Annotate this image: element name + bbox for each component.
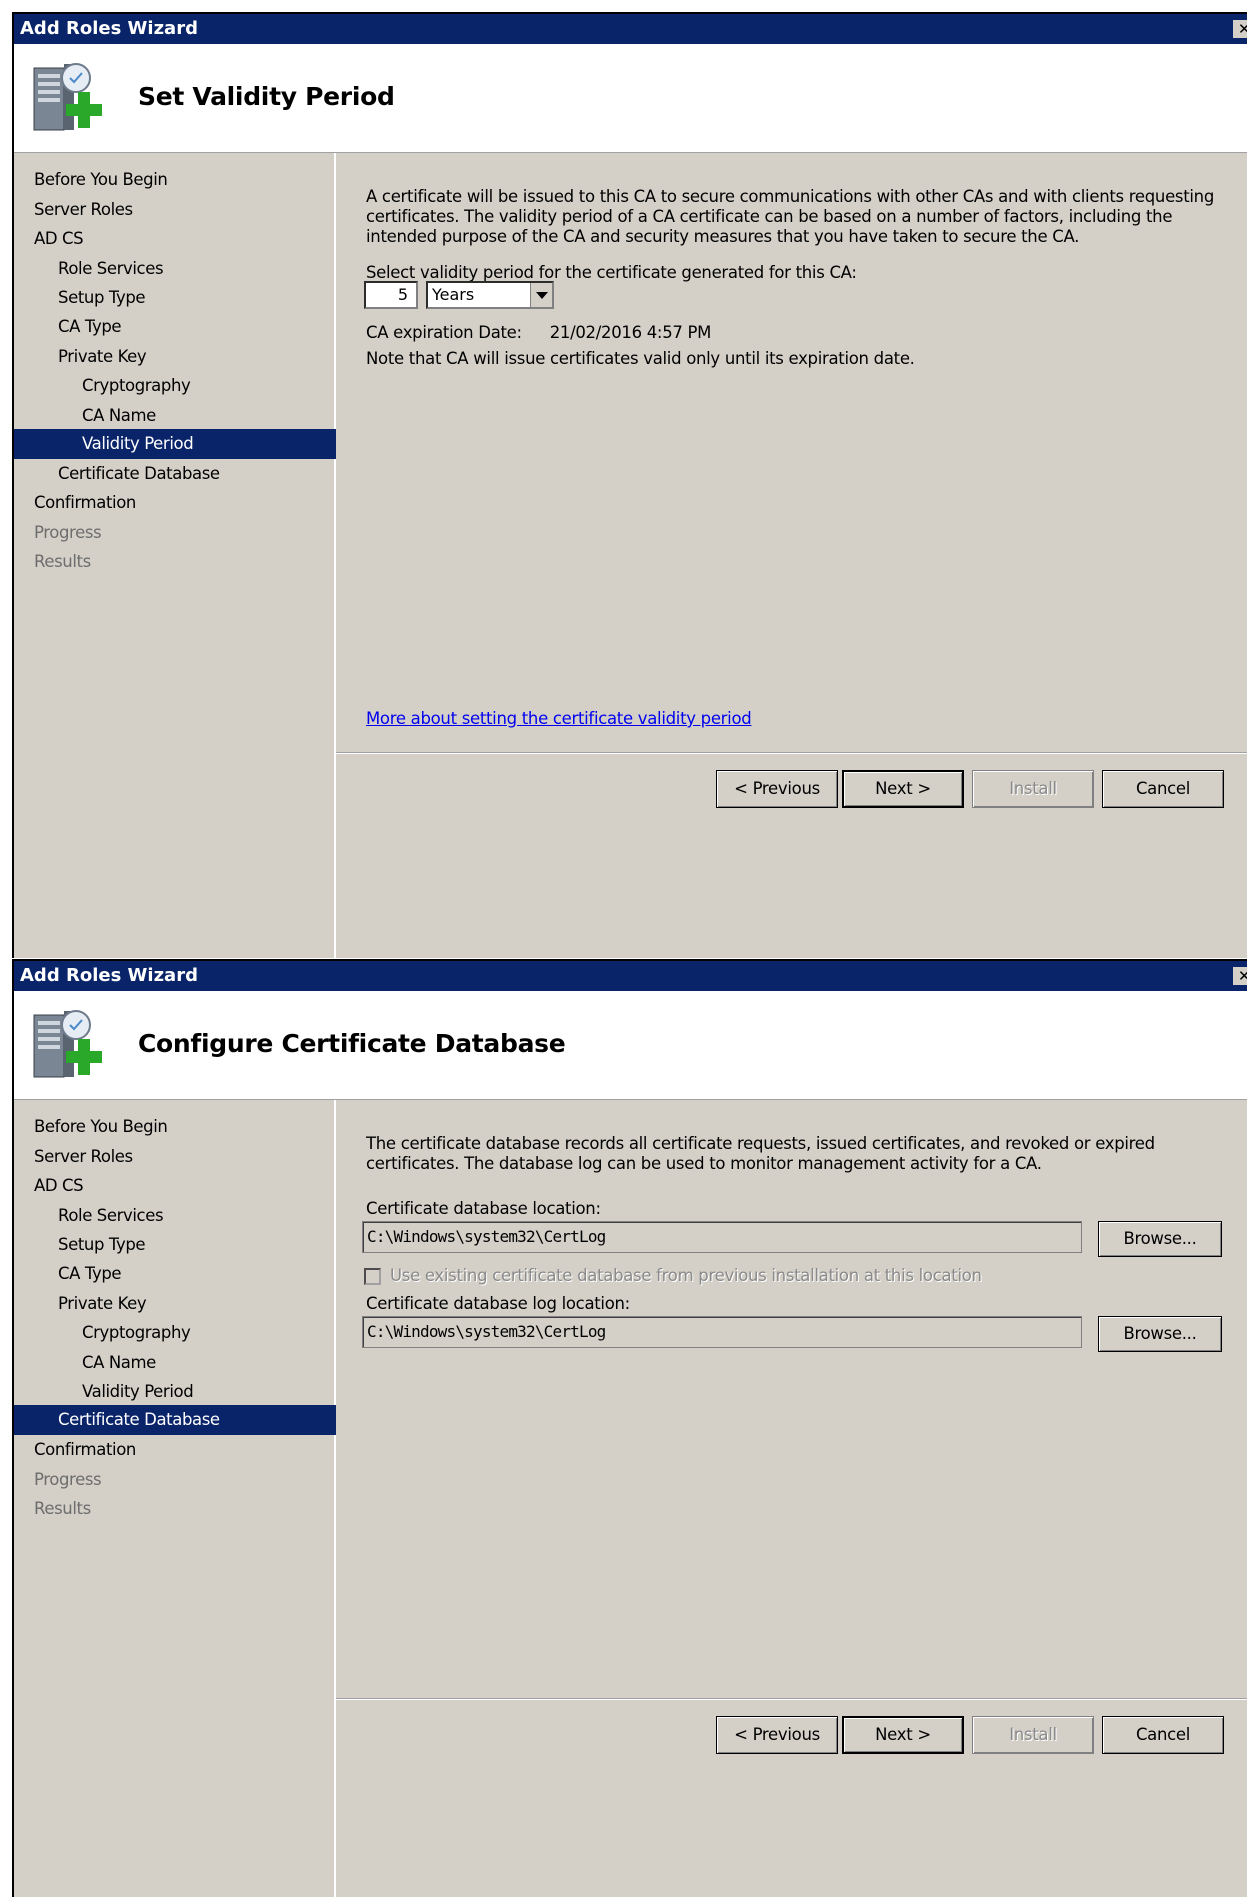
nav-server-roles[interactable]: Server Roles (14, 1142, 355, 1172)
nav-ad-cs[interactable]: AD CS (14, 224, 355, 254)
expiration-date-row: CA expiration Date: 21/02/2016 4:57 PM (366, 323, 711, 342)
nav-before-you-begin[interactable]: Before You Begin (14, 165, 355, 195)
wizard-header: Set Validity Period (14, 44, 1247, 153)
wizard-steps-nav: Before You Begin Server Roles AD CS Role… (14, 1100, 379, 1897)
validity-unit-select[interactable]: Years (426, 281, 554, 309)
nav-private-key[interactable]: Private Key (14, 342, 379, 372)
browse-log-button[interactable]: Browse... (1098, 1316, 1222, 1352)
help-link[interactable]: More about setting the certificate valid… (366, 709, 752, 728)
install-button: Install (972, 770, 1094, 808)
wizard-content: The certificate database records all cer… (336, 1100, 1247, 1897)
page-title: Set Validity Period (138, 82, 395, 111)
description-text: A certificate will be issued to this CA … (366, 187, 1215, 246)
description-text: The certificate database records all cer… (366, 1134, 1155, 1173)
nav-confirmation[interactable]: Confirmation (14, 488, 355, 518)
nav-private-key[interactable]: Private Key (14, 1289, 379, 1319)
wizard-header: Configure Certificate Database (14, 991, 1247, 1100)
nav-ca-type[interactable]: CA Type (14, 312, 379, 342)
nav-ad-cs[interactable]: AD CS (14, 1171, 355, 1201)
expiration-value: 21/02/2016 4:57 PM (549, 323, 712, 342)
log-location-field[interactable]: C:\Windows\system32\CertLog (362, 1316, 1082, 1348)
server-role-icon (33, 1010, 102, 1078)
use-existing-db-checkbox (364, 1268, 381, 1285)
nav-confirmation[interactable]: Confirmation (14, 1435, 355, 1465)
chevron-down-icon[interactable] (530, 283, 552, 307)
next-button[interactable]: Next > (842, 1716, 964, 1754)
window-title: Add Roles Wizard (20, 18, 198, 39)
use-existing-db-label: Use existing certificate database from p… (390, 1266, 982, 1285)
db-location-label: Certificate database location: (366, 1199, 601, 1218)
divider (336, 752, 1247, 754)
nav-ca-type[interactable]: CA Type (14, 1259, 379, 1289)
nav-certificate-database[interactable]: Certificate Database (14, 1405, 379, 1435)
install-button: Install (972, 1716, 1094, 1754)
nav-server-roles[interactable]: Server Roles (14, 195, 355, 225)
expiration-note: Note that CA will issue certificates val… (366, 349, 915, 368)
close-icon[interactable]: ✕ (1233, 967, 1247, 985)
nav-results: Results (34, 552, 91, 571)
close-icon[interactable]: ✕ (1233, 20, 1247, 38)
validity-unit-value: Years (432, 285, 475, 304)
nav-results: Results (34, 1499, 91, 1518)
next-button[interactable]: Next > (842, 770, 964, 808)
nav-progress: Progress (34, 1470, 102, 1489)
title-bar: Add Roles Wizard ✕ (14, 961, 1247, 991)
nav-certificate-database[interactable]: Certificate Database (14, 459, 379, 489)
cancel-button[interactable]: Cancel (1102, 770, 1224, 808)
wizard-steps-nav: Before You Begin Server Roles AD CS Role… (14, 153, 403, 958)
add-roles-wizard-validity-window: Add Roles Wizard ✕ Set Validity Period B… (12, 12, 1247, 958)
log-location-label: Certificate database log location: (366, 1294, 630, 1313)
nav-before-you-begin[interactable]: Before You Begin (14, 1112, 355, 1142)
nav-setup-type[interactable]: Setup Type (14, 1230, 379, 1260)
db-location-field[interactable]: C:\Windows\system32\CertLog (362, 1221, 1082, 1253)
title-bar: Add Roles Wizard ✕ (14, 14, 1247, 44)
nav-role-services[interactable]: Role Services (14, 254, 379, 284)
browse-db-button[interactable]: Browse... (1098, 1221, 1222, 1257)
nav-role-services[interactable]: Role Services (14, 1201, 379, 1231)
wizard-content: A certificate will be issued to this CA … (336, 153, 1247, 958)
cancel-button[interactable]: Cancel (1102, 1716, 1224, 1754)
window-title: Add Roles Wizard (20, 965, 198, 986)
divider (336, 1698, 1247, 1700)
expiration-label: CA expiration Date: (366, 323, 522, 342)
previous-button[interactable]: < Previous (716, 770, 838, 808)
validity-select-label: Select validity period for the certifica… (366, 263, 857, 282)
add-roles-wizard-database-window: Add Roles Wizard ✕ Configure Certificate… (12, 959, 1247, 1897)
validity-period-input[interactable]: 5 (364, 281, 418, 309)
page-title: Configure Certificate Database (138, 1029, 566, 1058)
server-role-icon (33, 63, 102, 131)
nav-progress: Progress (34, 523, 102, 542)
nav-setup-type[interactable]: Setup Type (14, 283, 379, 313)
previous-button[interactable]: < Previous (716, 1716, 838, 1754)
